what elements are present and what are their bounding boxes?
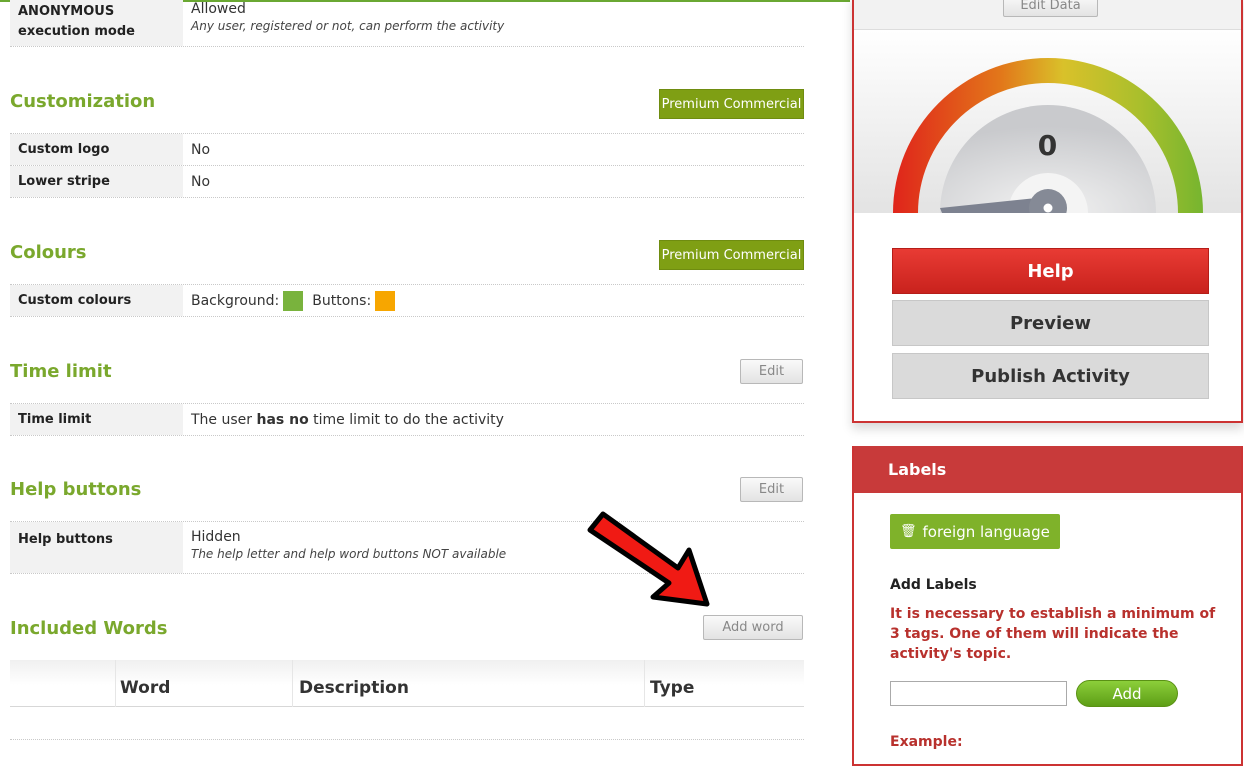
anonymous-mode-description: Any user, registered or not, can perform… — [191, 19, 505, 33]
column-header-word[interactable]: Word — [120, 660, 170, 707]
custom-logo-label: Custom logo — [10, 134, 183, 165]
help-button[interactable]: Help — [892, 248, 1209, 294]
column-header-description[interactable]: Description — [299, 660, 409, 707]
label-input[interactable] — [890, 681, 1067, 706]
background-colour-swatch — [283, 290, 304, 311]
buttons-colour-swatch — [375, 290, 396, 311]
label-tag[interactable]: 🗑 foreign language — [890, 514, 1060, 549]
add-word-button[interactable]: Add word — [703, 615, 803, 640]
lower-stripe-label: Lower stripe — [10, 166, 183, 197]
time-limit-row: Time limit The user has no time limit to… — [10, 403, 804, 436]
red-arrow-annotation — [587, 511, 710, 607]
column-divider — [115, 660, 116, 707]
preview-button[interactable]: Preview — [892, 300, 1209, 346]
table-divider — [10, 739, 804, 740]
column-divider — [644, 660, 645, 707]
buttons-colour-label: Buttons: — [312, 292, 372, 309]
score-value: 0 — [1037, 129, 1058, 162]
background-colour-label: Background: — [191, 292, 280, 309]
labels-warning: It is necessary to establish a minimum o… — [890, 606, 1216, 662]
anonymous-mode-row: ANONYMOUS execution mode Allowed Any use… — [10, 0, 804, 47]
column-header-type[interactable]: Type — [650, 660, 694, 707]
score-gauge — [893, 58, 1203, 213]
custom-colours-label: Custom colours — [10, 285, 183, 316]
time-limit-text-post: time limit to do the activity — [308, 411, 504, 428]
help-buttons-edit-button[interactable]: Edit — [740, 477, 803, 502]
time-limit-label: Time limit — [10, 404, 183, 435]
anonymous-mode-status: Allowed — [191, 1, 246, 17]
edit-data-button[interactable]: Edit Data — [1003, 0, 1098, 17]
anonymous-mode-value: Allowed Any user, registered or not, can… — [183, 0, 804, 46]
label-tag-text: foreign language — [922, 522, 1050, 541]
labels-panel-header: Labels — [854, 446, 1241, 493]
custom-logo-row: Custom logo No — [10, 133, 804, 166]
section-title-help-buttons: Help buttons — [10, 479, 142, 500]
column-divider — [292, 660, 293, 707]
section-title-colours: Colours — [10, 242, 87, 263]
section-title-time-limit: Time limit — [10, 361, 112, 382]
lower-stripe-value: No — [191, 173, 211, 190]
labels-panel: Labels 🗑 foreign language Add Labels It … — [852, 446, 1243, 766]
trash-icon[interactable]: 🗑 — [900, 524, 917, 539]
help-buttons-label: Help buttons — [10, 522, 183, 573]
lower-stripe-row: Lower stripe No — [10, 166, 804, 198]
publish-activity-button[interactable]: Publish Activity — [892, 353, 1209, 399]
words-table-header: Word Description Type — [10, 660, 804, 707]
custom-logo-value: No — [191, 141, 211, 158]
time-limit-text-pre: The user — [191, 411, 257, 428]
custom-colours-value: Background: Buttons: — [183, 285, 804, 316]
add-label-button[interactable]: Add — [1076, 680, 1178, 707]
time-limit-value: The user has no time limit to do the act… — [183, 404, 804, 435]
add-labels-heading: Add Labels — [890, 577, 977, 593]
activity-panel: Edit Data 0 Help Preview Publish Activit… — [852, 0, 1243, 423]
section-title-included-words: Included Words — [10, 618, 168, 639]
section-title-customization: Customization — [10, 91, 156, 112]
time-limit-text-bold: has no — [256, 411, 309, 428]
time-limit-edit-button[interactable]: Edit — [740, 359, 803, 384]
example-heading: Example: — [890, 734, 963, 750]
customization-premium-button[interactable]: Premium Commercial — [659, 89, 804, 119]
anonymous-mode-label: ANONYMOUS execution mode — [10, 0, 183, 46]
custom-colours-row: Custom colours Background: Buttons: — [10, 284, 804, 317]
colours-premium-button[interactable]: Premium Commercial — [659, 240, 804, 270]
